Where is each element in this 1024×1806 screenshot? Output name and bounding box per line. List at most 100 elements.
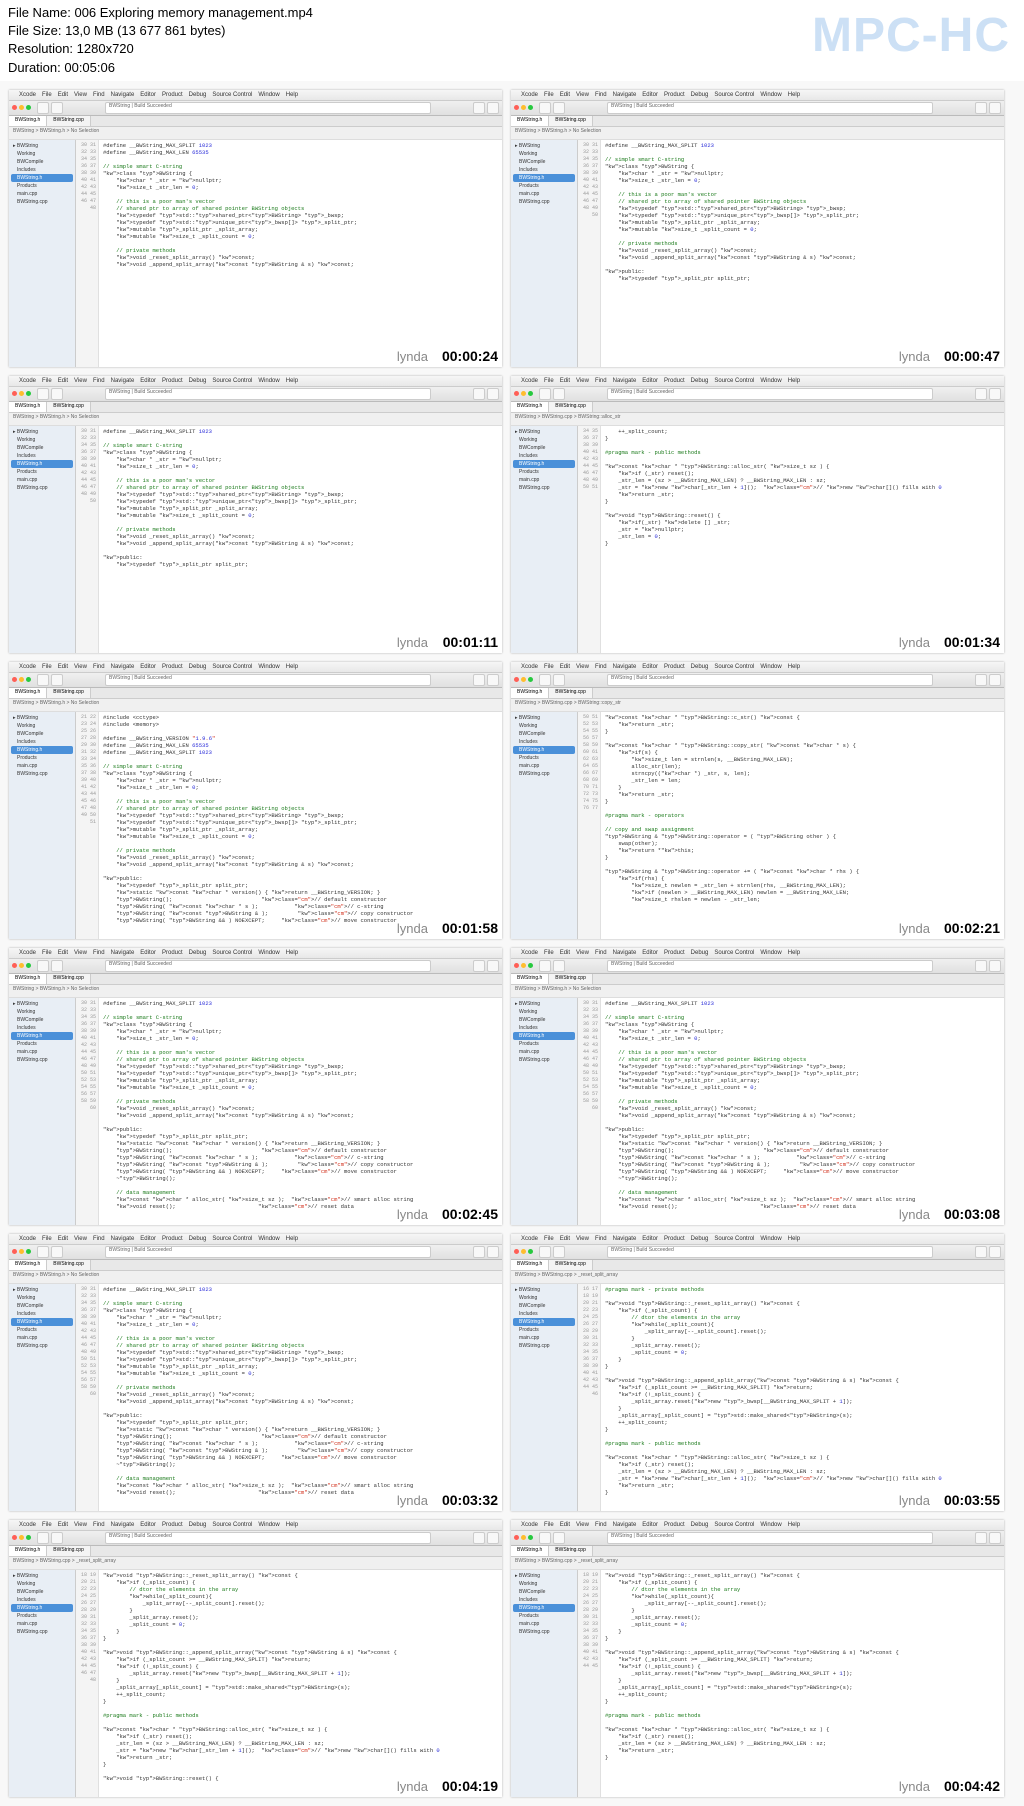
menu-navigate[interactable]: Navigate xyxy=(111,378,135,384)
run-button[interactable] xyxy=(539,102,551,114)
editor-toggle[interactable] xyxy=(473,1246,485,1258)
minimize-icon[interactable] xyxy=(19,391,24,396)
minimize-icon[interactable] xyxy=(19,1535,24,1540)
sidebar-item-main-cpp[interactable]: main.cpp xyxy=(11,190,73,198)
menu-source-control[interactable]: Source Control xyxy=(212,1522,252,1528)
menu-view[interactable]: View xyxy=(74,664,87,670)
menu-navigate[interactable]: Navigate xyxy=(111,664,135,670)
editor-toggle[interactable] xyxy=(975,388,987,400)
minimize-icon[interactable] xyxy=(521,1249,526,1254)
panel-toggle[interactable] xyxy=(487,674,499,686)
menu-editor[interactable]: Editor xyxy=(140,92,156,98)
menu-xcode[interactable]: Xcode xyxy=(521,950,538,956)
menu-source-control[interactable]: Source Control xyxy=(714,1522,754,1528)
sidebar-item-includes[interactable]: Includes xyxy=(513,452,575,460)
tab-bwstring-cpp[interactable]: BWString.cpp xyxy=(47,688,91,698)
editor-toggle[interactable] xyxy=(473,1532,485,1544)
breadcrumb[interactable]: BWString > BWString.h > No Selection xyxy=(9,127,502,140)
breadcrumb[interactable]: BWString > BWString.cpp > _reset_split_a… xyxy=(511,1557,1004,1570)
code-editor[interactable]: #define __BWString_MAX_SPLIT 1023 // sim… xyxy=(99,426,502,653)
panel-toggle[interactable] xyxy=(487,1246,499,1258)
sidebar-item-bwstring-h[interactable]: BWString.h xyxy=(11,1032,73,1040)
menu-editor[interactable]: Editor xyxy=(642,1236,658,1242)
menu-navigate[interactable]: Navigate xyxy=(613,1236,637,1242)
close-icon[interactable] xyxy=(12,1249,17,1254)
run-button[interactable] xyxy=(37,102,49,114)
stop-button[interactable] xyxy=(553,674,565,686)
breadcrumb[interactable]: BWString > BWString.cpp > BWString::copy… xyxy=(511,699,1004,712)
code-editor[interactable]: #define __BWString_MAX_SPLIT 1023 // sim… xyxy=(601,998,1004,1225)
sidebar-item-main-cpp[interactable]: main.cpp xyxy=(11,1048,73,1056)
tab-bwstring[interactable]: BWString.h xyxy=(511,116,549,126)
menu-file[interactable]: File xyxy=(544,378,554,384)
menu-view[interactable]: View xyxy=(74,378,87,384)
menu-source-control[interactable]: Source Control xyxy=(212,1236,252,1242)
menu-window[interactable]: Window xyxy=(258,1236,279,1242)
menu-help[interactable]: Help xyxy=(788,1522,800,1528)
sidebar-item-bwcompile[interactable]: BWCompile xyxy=(513,1588,575,1596)
tab-bwstring[interactable]: BWString.h xyxy=(9,1260,47,1270)
sidebar-item-bwcompile[interactable]: BWCompile xyxy=(11,158,73,166)
menu-help[interactable]: Help xyxy=(286,664,298,670)
sidebar-item-main-cpp[interactable]: main.cpp xyxy=(513,1048,575,1056)
sidebar-project[interactable]: ▸ BWString xyxy=(513,428,575,436)
close-icon[interactable] xyxy=(12,105,17,110)
menu-xcode[interactable]: Xcode xyxy=(19,92,36,98)
tab-bwstring[interactable]: BWString.h xyxy=(511,1546,549,1556)
sidebar-item-bwstring-h[interactable]: BWString.h xyxy=(513,1604,575,1612)
panel-toggle[interactable] xyxy=(487,960,499,972)
window-controls[interactable] xyxy=(514,1535,533,1540)
sidebar-item-bwcompile[interactable]: BWCompile xyxy=(513,730,575,738)
window-controls[interactable] xyxy=(514,963,533,968)
panel-toggle[interactable] xyxy=(487,102,499,114)
code-editor[interactable]: "kw">const "kw">char * "typ">BWString::c… xyxy=(601,712,1004,939)
stop-button[interactable] xyxy=(553,1532,565,1544)
zoom-icon[interactable] xyxy=(528,391,533,396)
sidebar-project[interactable]: ▸ BWString xyxy=(11,428,73,436)
menu-navigate[interactable]: Navigate xyxy=(111,1522,135,1528)
menu-navigate[interactable]: Navigate xyxy=(111,950,135,956)
code-editor[interactable]: "kw">void "typ">BWString::_reset_split_a… xyxy=(601,1570,1004,1797)
close-icon[interactable] xyxy=(514,391,519,396)
sidebar-item-bwstring-cpp[interactable]: BWString.cpp xyxy=(513,1628,575,1636)
zoom-icon[interactable] xyxy=(26,105,31,110)
menu-editor[interactable]: Editor xyxy=(140,378,156,384)
sidebar-item-bwcompile[interactable]: BWCompile xyxy=(513,444,575,452)
menu-editor[interactable]: Editor xyxy=(642,664,658,670)
sidebar-item-bwstring-cpp[interactable]: BWString.cpp xyxy=(11,198,73,206)
zoom-icon[interactable] xyxy=(26,1249,31,1254)
run-button[interactable] xyxy=(37,960,49,972)
tab-bwstring-cpp[interactable]: BWString.cpp xyxy=(549,116,593,126)
sidebar-item-products[interactable]: Products xyxy=(513,754,575,762)
menu-help[interactable]: Help xyxy=(788,1236,800,1242)
close-icon[interactable] xyxy=(514,1249,519,1254)
menu-file[interactable]: File xyxy=(544,1522,554,1528)
menu-debug[interactable]: Debug xyxy=(691,92,709,98)
menu-navigate[interactable]: Navigate xyxy=(111,1236,135,1242)
code-editor[interactable]: #define __BWString_MAX_SPLIT 1023 // sim… xyxy=(99,1284,502,1511)
stop-button[interactable] xyxy=(51,960,63,972)
breadcrumb[interactable]: BWString > BWString.h > No Selection xyxy=(9,413,502,426)
close-icon[interactable] xyxy=(514,105,519,110)
menu-xcode[interactable]: Xcode xyxy=(521,1236,538,1242)
sidebar-project[interactable]: ▸ BWString xyxy=(11,142,73,150)
menu-help[interactable]: Help xyxy=(286,950,298,956)
sidebar-item-bwstring-h[interactable]: BWString.h xyxy=(513,174,575,182)
sidebar-item-working[interactable]: Working xyxy=(11,722,73,730)
menu-product[interactable]: Product xyxy=(664,950,685,956)
menu-editor[interactable]: Editor xyxy=(140,664,156,670)
menu-debug[interactable]: Debug xyxy=(189,950,207,956)
menu-navigate[interactable]: Navigate xyxy=(111,92,135,98)
run-button[interactable] xyxy=(37,1532,49,1544)
stop-button[interactable] xyxy=(51,1246,63,1258)
menu-xcode[interactable]: Xcode xyxy=(521,1522,538,1528)
sidebar-item-main-cpp[interactable]: main.cpp xyxy=(513,762,575,770)
menu-help[interactable]: Help xyxy=(286,378,298,384)
menu-help[interactable]: Help xyxy=(788,92,800,98)
menu-edit[interactable]: Edit xyxy=(58,950,68,956)
sidebar-item-bwcompile[interactable]: BWCompile xyxy=(11,1302,73,1310)
close-icon[interactable] xyxy=(12,963,17,968)
minimize-icon[interactable] xyxy=(521,391,526,396)
menu-source-control[interactable]: Source Control xyxy=(714,1236,754,1242)
editor-toggle[interactable] xyxy=(975,674,987,686)
